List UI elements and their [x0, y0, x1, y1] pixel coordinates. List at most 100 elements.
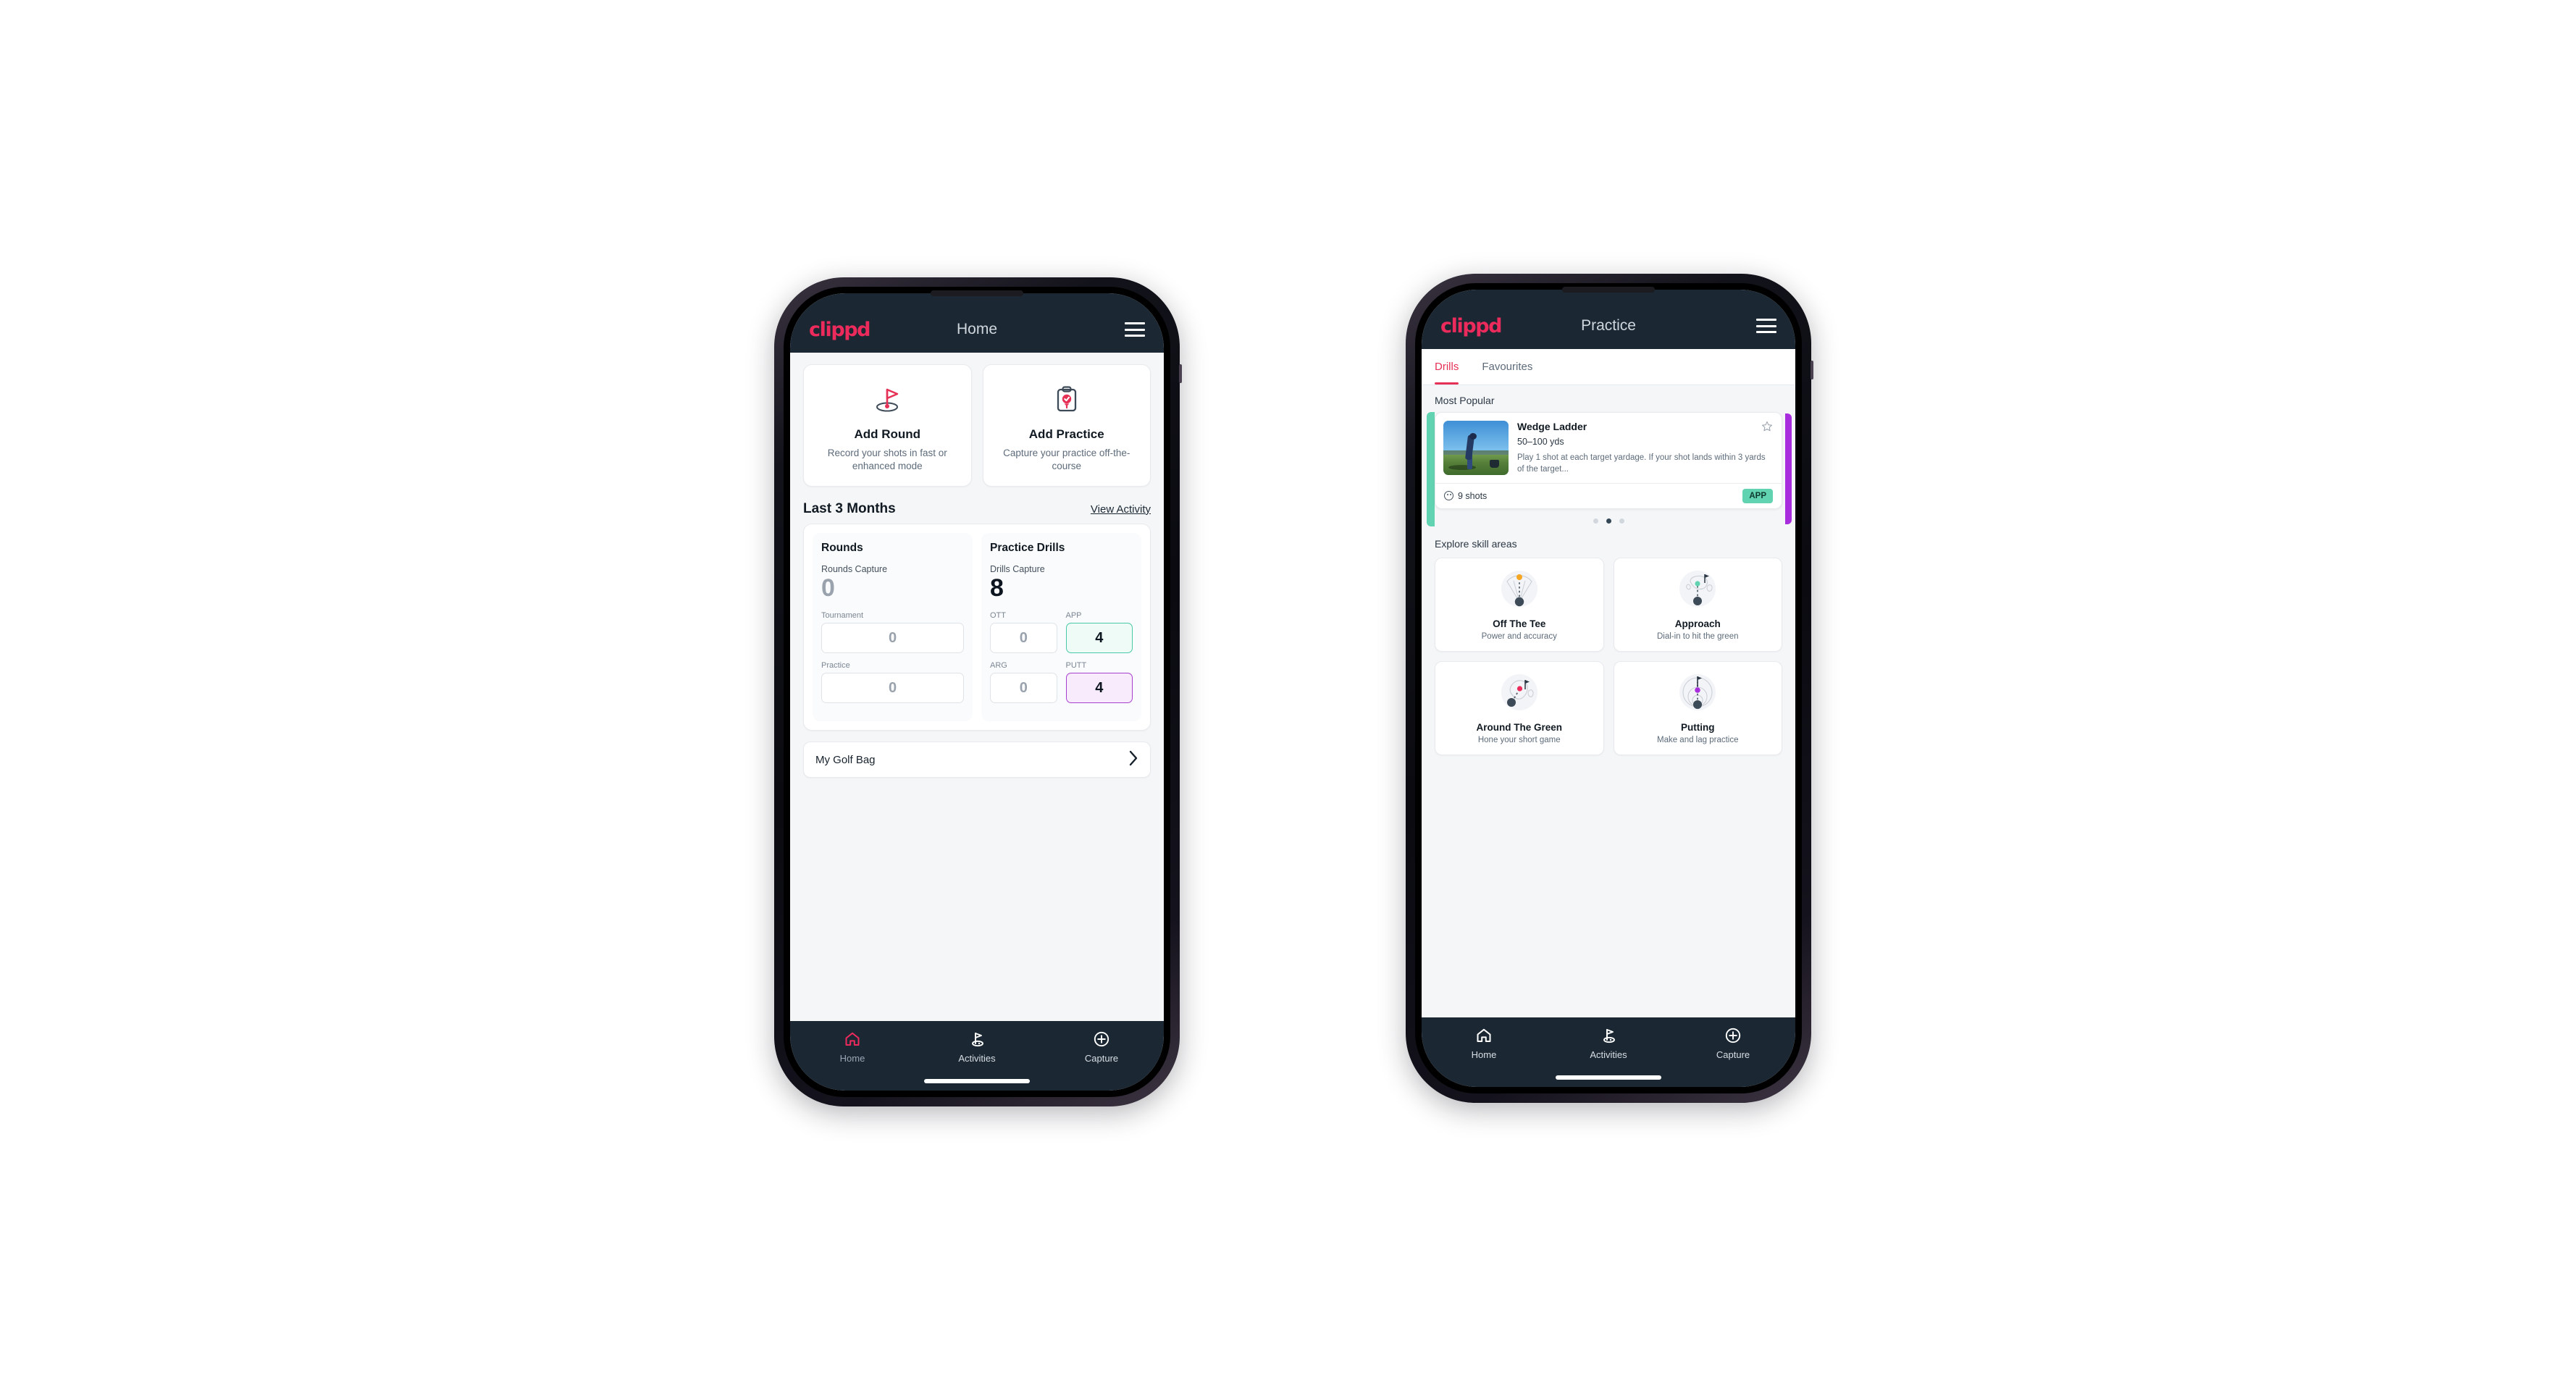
drill-info: Wedge Ladder 50–100 yds Play 1 shot at e… — [1517, 421, 1773, 476]
drill-shots: 9 shots — [1444, 491, 1487, 501]
practice-tabs: Drills Favourites — [1422, 349, 1795, 385]
drill-carousel[interactable]: Wedge Ladder 50–100 yds Play 1 shot at e… — [1422, 412, 1795, 526]
carousel-indicator — [1435, 509, 1782, 526]
metric-value: 4 — [1065, 623, 1133, 654]
chevron-right-icon — [1129, 750, 1138, 769]
practice-screen: clippd Practice Drills Favourites Most P… — [1422, 290, 1795, 1087]
metric-app[interactable]: APP 4 — [1065, 611, 1133, 654]
phone-device-practice: clippd Practice Drills Favourites Most P… — [1406, 274, 1813, 1103]
tab-drills[interactable]: Drills — [1435, 349, 1469, 385]
drill-category-badge: APP — [1742, 488, 1773, 503]
star-outline-icon[interactable] — [1761, 421, 1773, 435]
quick-actions-row: Add Round Record your shots in fast or e… — [790, 353, 1164, 487]
device-speaker — [1562, 287, 1655, 293]
metric-row-arg-putt: ARG 0 PUTT 4 — [990, 661, 1133, 711]
clippd-logo[interactable]: clippd — [809, 319, 871, 341]
nav-item-home[interactable]: Home — [1422, 1026, 1546, 1060]
drills-capture-label: Drills Capture — [990, 563, 1045, 574]
carousel-prev-card-edge[interactable] — [1427, 412, 1435, 526]
nav-item-activities[interactable]: Activities — [915, 1030, 1039, 1064]
drills-capture-value: 8 — [990, 574, 1004, 602]
carousel-dot[interactable] — [1619, 518, 1624, 524]
home-appbar: clippd Home — [790, 293, 1164, 353]
drill-shots-label: 9 shots — [1458, 490, 1488, 501]
device-side-button — [1811, 361, 1813, 379]
metric-label: OTT — [990, 611, 1006, 621]
metric-putt[interactable]: PUTT 4 — [1065, 661, 1133, 704]
golf-ball-icon — [1444, 491, 1453, 501]
screenshot-canvas: clippd Home Add Round Record your shots … — [0, 0, 2576, 1386]
nav-label: Activities — [958, 1053, 996, 1064]
my-golf-bag-row[interactable]: My Golf Bag — [803, 742, 1151, 778]
plus-circle-icon — [1093, 1030, 1110, 1049]
nav-label: Home — [839, 1053, 865, 1064]
tab-favourites[interactable]: Favourites — [1482, 349, 1543, 385]
carousel-dot[interactable] — [1593, 518, 1598, 524]
hamburger-icon[interactable] — [1756, 319, 1776, 333]
putting-rings-icon — [1620, 671, 1776, 716]
metric-value: 0 — [821, 673, 964, 704]
skill-areas-grid: Off The Tee Power and accuracy Approach … — [1422, 555, 1795, 755]
drill-description: Play 1 shot at each target yardage. If y… — [1517, 453, 1766, 474]
nav-item-capture[interactable]: Capture — [1671, 1026, 1795, 1060]
chip-green-icon — [1441, 671, 1598, 716]
golf-flag-icon — [1600, 1026, 1617, 1045]
drill-card-footer: 9 shots APP — [1435, 482, 1782, 508]
add-round-card[interactable]: Add Round Record your shots in fast or e… — [803, 364, 972, 487]
clippd-logo[interactable]: clippd — [1440, 315, 1503, 337]
clipboard-check-icon — [991, 379, 1144, 419]
metric-label: PUTT — [1065, 661, 1087, 671]
skill-card-approach[interactable]: Approach Dial-in to hit the green — [1613, 557, 1782, 652]
approach-green-icon — [1620, 568, 1776, 613]
practice-drills-column: Practice Drills Drills Capture 8 OTT 0 A… — [981, 532, 1141, 722]
nav-label: Home — [1471, 1049, 1497, 1060]
metric-value: 4 — [1065, 673, 1133, 704]
skill-card-putting[interactable]: Putting Make and lag practice — [1613, 660, 1782, 755]
add-round-title: Add Round — [854, 427, 921, 441]
view-activity-link[interactable]: View Activity — [1091, 503, 1151, 516]
add-round-subtitle: Record your shots in fast or enhanced mo… — [827, 448, 947, 471]
rounds-capture-value: 0 — [821, 574, 835, 602]
practice-content: Most Popular Wedge Ladder 50–100 yds Pla… — [1422, 385, 1795, 1017]
golf-flag-icon — [968, 1030, 986, 1049]
metric-tournament[interactable]: Tournament 0 — [821, 611, 964, 654]
drill-yardage: 50–100 yds — [1517, 437, 1564, 447]
drill-thumbnail — [1443, 421, 1509, 475]
explore-skill-areas-label: Explore skill areas — [1435, 537, 1517, 550]
nav-item-activities[interactable]: Activities — [1546, 1026, 1671, 1060]
skill-card-around-the-green[interactable]: Around The Green Hone your short game — [1435, 660, 1604, 755]
metric-practice[interactable]: Practice 0 — [821, 661, 964, 704]
plus-circle-icon — [1724, 1026, 1742, 1045]
metric-label: ARG — [990, 661, 1007, 671]
hamburger-icon[interactable] — [1125, 322, 1145, 337]
carousel-next-card-edge[interactable] — [1785, 413, 1792, 524]
device-bezel: clippd Practice Drills Favourites Most P… — [1415, 283, 1802, 1093]
nav-label: Activities — [1590, 1049, 1627, 1060]
home-icon — [1475, 1026, 1493, 1045]
metric-ott[interactable]: OTT 0 — [990, 611, 1057, 654]
skill-card-off-the-tee[interactable]: Off The Tee Power and accuracy — [1435, 557, 1604, 652]
last-3-months-header: Last 3 Months View Activity — [790, 487, 1164, 524]
metric-arg[interactable]: ARG 0 — [990, 661, 1057, 704]
nav-item-capture[interactable]: Capture — [1039, 1030, 1164, 1064]
skill-name: Approach — [1674, 618, 1721, 629]
add-practice-title: Add Practice — [1028, 427, 1104, 441]
home-content: Add Round Record your shots in fast or e… — [790, 353, 1164, 1021]
drill-card[interactable]: Wedge Ladder 50–100 yds Play 1 shot at e… — [1435, 412, 1782, 509]
skill-desc: Dial-in to hit the green — [1656, 631, 1739, 641]
metric-label: APP — [1065, 611, 1082, 621]
metric-label: Practice — [821, 661, 850, 671]
carousel-dot-active[interactable] — [1606, 518, 1611, 524]
golf-flag-icon — [811, 379, 964, 419]
home-indicator-bar — [924, 1079, 1030, 1083]
my-golf-bag-label: My Golf Bag — [815, 753, 876, 766]
drill-title: Wedge Ladder — [1517, 421, 1587, 432]
nav-item-home[interactable]: Home — [790, 1030, 915, 1064]
phone-device-home: clippd Home Add Round Record your shots … — [774, 277, 1182, 1106]
tee-fan-icon — [1441, 568, 1598, 613]
drill-title-row: Wedge Ladder — [1517, 421, 1773, 435]
add-practice-card[interactable]: Add Practice Capture your practice off-t… — [982, 364, 1151, 487]
skill-desc: Make and lag practice — [1656, 735, 1739, 744]
rounds-heading: Rounds — [821, 541, 863, 554]
skill-desc: Hone your short game — [1477, 735, 1561, 744]
